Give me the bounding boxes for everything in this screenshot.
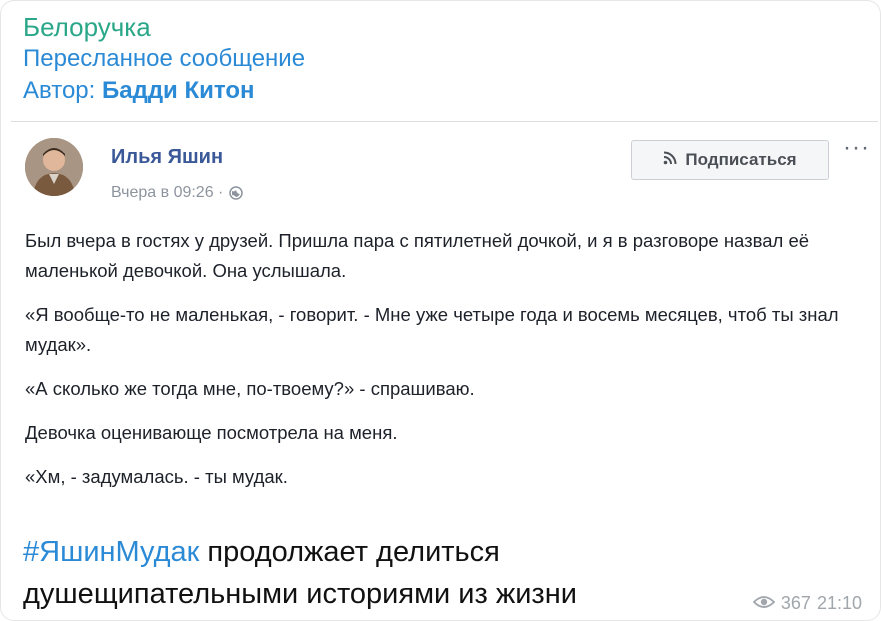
- eye-icon: [752, 593, 776, 614]
- message-bubble: Белоручка Пересланное сообщение Автор: Б…: [0, 0, 881, 621]
- message-caption: #ЯшинМудак продолжает делиться душещипат…: [23, 531, 713, 615]
- embedded-facebook-post[interactable]: Илья Яшин Вчера в 09:26 · Подписаться ··…: [11, 121, 878, 516]
- forwarded-label: Пересланное сообщение: [23, 45, 306, 72]
- post-paragraph: Девочка оценивающе посмотрела на меня.: [25, 422, 398, 443]
- post-paragraph: Был вчера в гостях у друзей. Пришла пара…: [25, 230, 810, 281]
- post-paragraph: «А сколько же тогда мне, по-твоему?» - с…: [25, 378, 475, 399]
- forward-author-name[interactable]: Бадди Китон: [102, 77, 254, 104]
- post-author-name[interactable]: Илья Яшин: [111, 146, 223, 169]
- subscribe-button[interactable]: Подписаться: [631, 140, 829, 180]
- post-meta: Вчера в 09:26 ·: [111, 184, 244, 202]
- globe-icon: [229, 186, 244, 200]
- channel-name[interactable]: Белоручка: [23, 11, 305, 43]
- message-time: 21:10: [816, 593, 862, 613]
- view-count: 367: [780, 593, 811, 613]
- rss-icon: [663, 150, 677, 170]
- more-options-button[interactable]: ···: [843, 134, 870, 162]
- post-body: Был вчера в гостях у друзей. Пришла пара…: [25, 226, 855, 506]
- avatar: [25, 138, 83, 196]
- post-paragraph: «Я вообще-то не маленькая, - говорит. - …: [25, 304, 839, 355]
- forward-author-prefix: Автор:: [23, 77, 102, 104]
- message-footer: 367 21:10: [752, 593, 862, 614]
- forward-author[interactable]: Автор: Бадди Китон: [23, 75, 305, 107]
- post-paragraph: «Хм, - задумалась. - ты мудак.: [25, 466, 288, 487]
- post-timestamp[interactable]: Вчера в 09:26 ·: [111, 184, 223, 202]
- subscribe-label: Подписаться: [685, 150, 797, 169]
- hashtag-link[interactable]: #ЯшинМудак: [23, 536, 199, 568]
- message-header: Белоручка Пересланное сообщение Автор: Б…: [23, 11, 305, 107]
